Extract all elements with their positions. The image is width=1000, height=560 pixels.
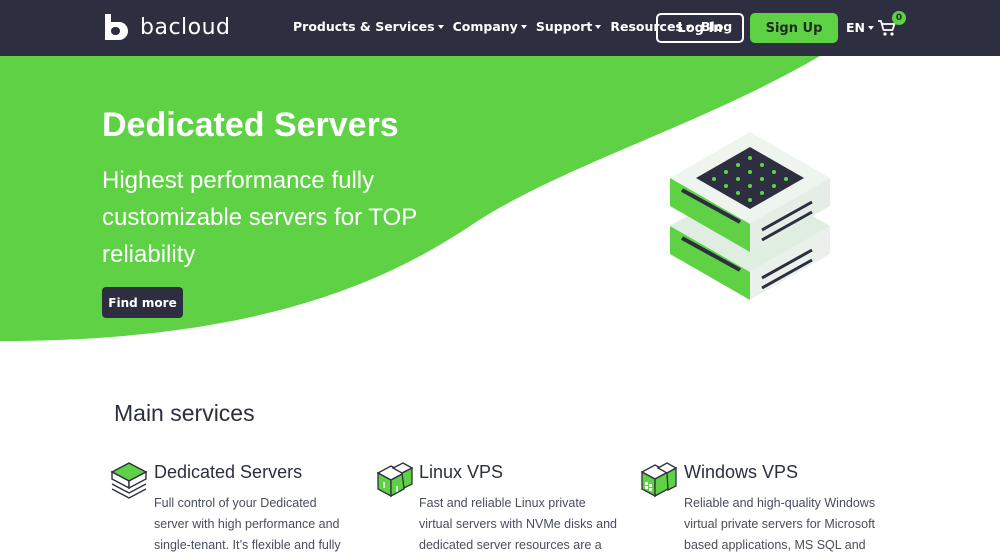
- dedicated-server-icon: [110, 462, 148, 499]
- chevron-down-icon: [520, 24, 527, 29]
- top-navigation-bar: bacloud Products & Services Company Supp…: [0, 0, 1000, 56]
- service-description: Reliable and high-quality Windows virtua…: [684, 496, 876, 552]
- linux-vps-icon: [376, 462, 413, 498]
- nav-item-label: Support: [535, 19, 593, 34]
- language-selector[interactable]: EN: [846, 20, 875, 35]
- hero-subtitle: Highest performance fully customizable s…: [102, 167, 417, 268]
- nav-item-products-services[interactable]: Products & Services: [293, 19, 444, 34]
- bacloud-logo-icon: [105, 14, 128, 40]
- signup-button[interactable]: Sign Up: [750, 13, 838, 43]
- hero-title: Dedicated Servers: [102, 106, 399, 144]
- find-more-button[interactable]: Find more: [102, 287, 183, 318]
- main-services-title: Main services: [114, 400, 255, 426]
- language-label: EN: [846, 20, 866, 35]
- service-title: Dedicated Servers: [154, 462, 303, 482]
- chevron-down-icon: [868, 25, 875, 30]
- server-stack-illustration: [670, 132, 830, 300]
- nav-item-label: Products & Services: [293, 19, 435, 34]
- service-title: Windows VPS: [684, 462, 799, 482]
- service-description: Fast and reliable Linux private virtual …: [419, 496, 617, 552]
- brand-name: bacloud: [140, 14, 231, 40]
- nav-item-support[interactable]: Support: [536, 19, 602, 34]
- login-button[interactable]: Log In: [656, 13, 744, 43]
- windows-vps-icon: [640, 462, 678, 498]
- nav-item-label: Company: [452, 19, 518, 34]
- service-description: Full control of your Dedicated server wi…: [154, 496, 341, 552]
- nav-item-company[interactable]: Company: [453, 19, 527, 34]
- brand-logo[interactable]: bacloud: [102, 12, 231, 42]
- chevron-down-icon: [595, 24, 602, 29]
- cart-count-badge: 0: [892, 11, 906, 25]
- service-title: Linux VPS: [419, 462, 504, 482]
- chevron-down-icon: [437, 24, 444, 29]
